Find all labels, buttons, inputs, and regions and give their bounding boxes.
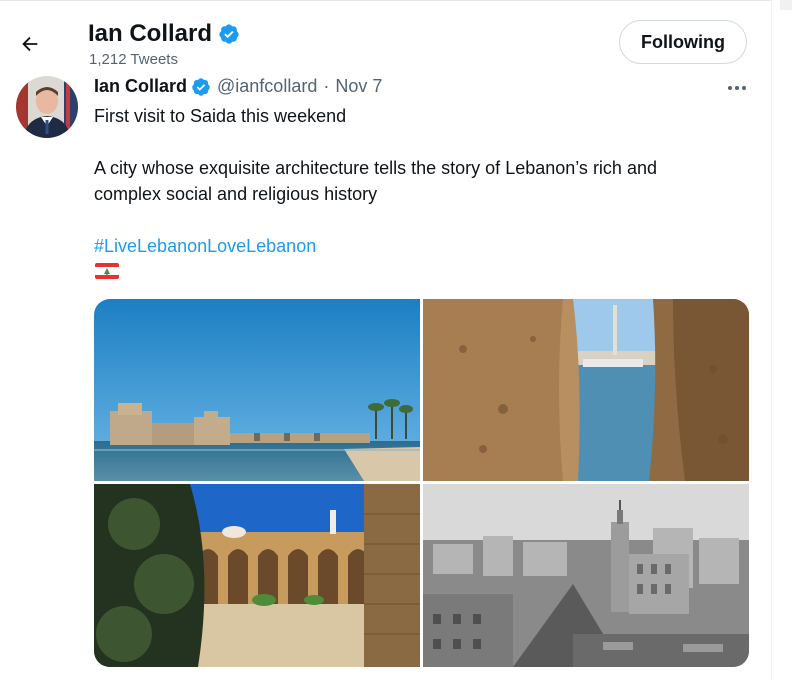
sea-castle-photo[interactable] xyxy=(94,299,420,481)
tweet-text-line: A city whose exquisite architecture tell… xyxy=(94,158,657,178)
more-horizontal-icon xyxy=(728,86,732,90)
back-button[interactable] xyxy=(14,28,46,60)
tweet-header: Ian Collard @ianfcollard · Nov 7 xyxy=(94,76,382,97)
scrollbar[interactable] xyxy=(780,0,792,10)
separator-dot: · xyxy=(323,76,330,96)
tweet-text-line: First visit to Saida this weekend xyxy=(94,106,347,126)
lebanon-flag-emoji xyxy=(95,263,119,279)
hashtag-link[interactable]: #LiveLebanonLoveLebanon xyxy=(94,233,316,259)
following-button[interactable]: Following xyxy=(619,20,747,64)
tweet-author-name[interactable]: Ian Collard xyxy=(94,76,187,97)
top-divider xyxy=(0,0,772,1)
tweet-media-grid xyxy=(94,299,749,667)
more-options-button[interactable] xyxy=(724,78,750,98)
more-horizontal-icon xyxy=(742,86,746,90)
avatar[interactable] xyxy=(16,76,78,138)
courtyard-arches-photo[interactable] xyxy=(94,484,420,667)
city-rooftops-bw-photo[interactable] xyxy=(423,484,749,667)
verified-badge-icon xyxy=(192,77,210,96)
verified-badge-icon xyxy=(219,24,239,44)
column-divider xyxy=(771,0,772,680)
tweet-text-line: complex social and religious history xyxy=(94,184,378,204)
profile-header-title: Ian Collard xyxy=(88,20,240,48)
tweet-count: 1,212 Tweets xyxy=(89,51,178,68)
harbor-through-wall-photo[interactable] xyxy=(423,299,749,481)
hashtag[interactable]: #LiveLebanonLoveLebanon xyxy=(94,236,316,256)
tweet-date[interactable]: Nov 7 xyxy=(335,76,382,97)
arrow-left-icon xyxy=(22,36,38,52)
more-horizontal-icon xyxy=(735,86,739,90)
profile-name: Ian Collard xyxy=(88,20,213,47)
tweet-handle[interactable]: @ianfcollard xyxy=(217,76,317,97)
